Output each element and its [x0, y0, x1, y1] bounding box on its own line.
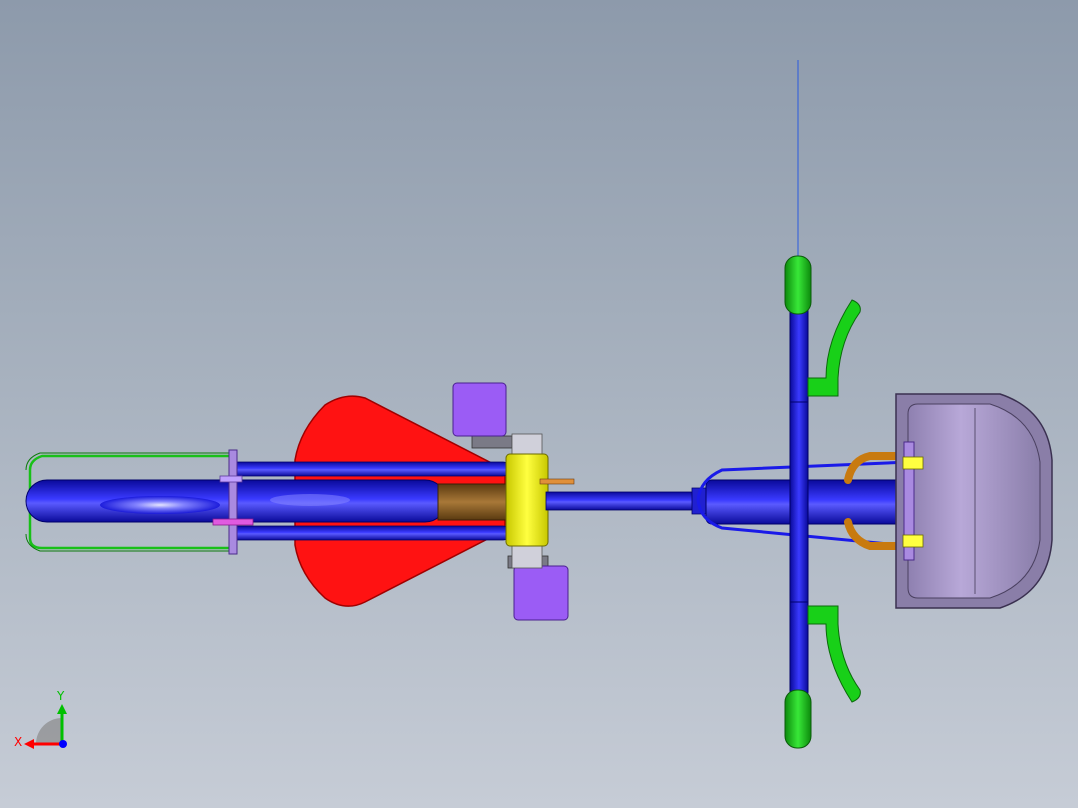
triad-quadrant — [36, 718, 62, 744]
brake-lever-bottom[interactable] — [807, 605, 861, 703]
front-axle-cap-bottom — [902, 534, 924, 548]
front-axle-cap-top — [902, 456, 924, 470]
bicycle-model-top-view[interactable]: X Y — [0, 0, 1078, 808]
brake-lever-top[interactable] — [807, 299, 861, 397]
crank-arm — [539, 478, 575, 485]
down-tube[interactable] — [545, 491, 697, 511]
cad-viewport[interactable]: X Y — [0, 0, 1078, 808]
triad-y-arrow — [57, 704, 67, 714]
triad-y-label: Y — [56, 689, 65, 703]
chain-guard[interactable] — [437, 483, 511, 521]
handlebar[interactable] — [789, 299, 809, 701]
grip-bottom[interactable] — [784, 689, 812, 749]
triad-x-label: X — [14, 735, 22, 749]
pedal-left[interactable] — [452, 382, 513, 449]
front-basket[interactable] — [895, 393, 1053, 609]
crank-hub[interactable] — [505, 453, 549, 547]
crank-spindle-top — [511, 433, 543, 457]
grip-top[interactable] — [784, 255, 812, 315]
triad-x-arrow — [24, 739, 34, 749]
crank-spindle-bottom — [511, 545, 543, 569]
triad-z-origin — [59, 740, 67, 748]
coordinate-triad: X Y — [14, 689, 67, 749]
